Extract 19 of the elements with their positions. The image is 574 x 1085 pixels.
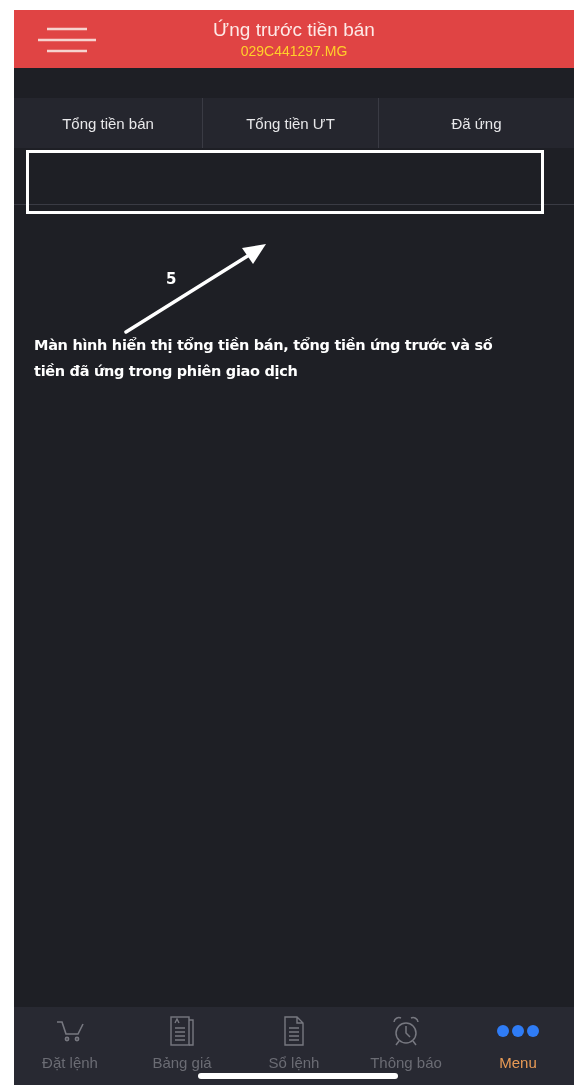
tab-bar-item[interactable]: Menu — [462, 1007, 574, 1085]
account-number: 029C441297.MG — [240, 43, 348, 59]
menu-button[interactable] — [36, 26, 98, 54]
menu-icon — [36, 26, 98, 54]
alarm-clock-icon — [391, 1015, 421, 1047]
column-header: Tổng tiền ƯT — [246, 114, 335, 132]
annotation-text: Màn hình hiển thị tổng tiền bán, tổng tiền ứng trước và số tiền đã ứng trong phiên giao dịch — [34, 336, 494, 381]
screen-title: Ứng trước tiền bán — [213, 19, 375, 41]
more-icon — [496, 1024, 540, 1038]
column-header: Tổng tiền bán — [62, 114, 154, 132]
annotation-number: 5 — [166, 270, 177, 288]
tab-bar-item[interactable]: Đặt lệnh — [14, 1007, 126, 1085]
cart-icon — [55, 1019, 85, 1043]
price-list-icon — [169, 1015, 195, 1047]
tab-bar-item[interactable]: Sổ lệnh — [238, 1007, 350, 1085]
tab-bar-item[interactable]: Bảng giá — [126, 1007, 238, 1085]
tab-bar-item[interactable]: Thông báo — [350, 1007, 462, 1085]
document-icon — [282, 1015, 306, 1047]
column-header: Đã ứng — [451, 114, 502, 132]
